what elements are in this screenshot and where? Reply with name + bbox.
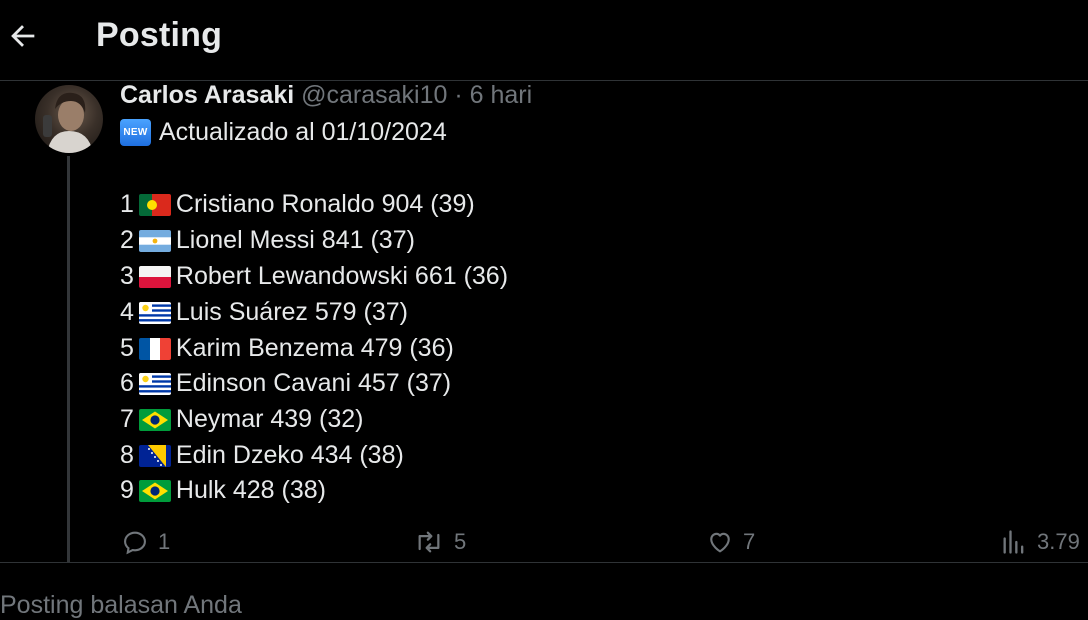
repost-count: 5: [454, 529, 467, 554]
brazil-flag-icon: [138, 479, 171, 502]
ranking-entry: Cristiano Ronaldo 904 (39): [175, 190, 475, 218]
bosnia-flag-icon: [138, 444, 171, 467]
argentina-flag-icon: [138, 229, 171, 252]
rank-number: 8: [120, 441, 134, 469]
rank-number: 9: [120, 476, 134, 504]
repost-button[interactable]: 5: [413, 520, 466, 564]
back-arrow-icon[interactable]: [6, 19, 40, 53]
rank-number: 2: [120, 226, 134, 254]
ranking-entry: Lionel Messi 841 (37): [175, 226, 415, 254]
author-name[interactable]: Carlos Arasaki: [120, 81, 294, 109]
rank-number: 6: [120, 369, 134, 397]
ranking-row: 5 Karim Benzema 479 (36): [120, 334, 454, 363]
tweet-meta: Carlos Arasaki @carasaki10 · 6 hari: [120, 81, 532, 110]
ranking-entry: Robert Lewandowski 661 (36): [175, 262, 509, 290]
page-title: Posting: [96, 16, 223, 54]
tweet-actions: 1 5 7 3.79: [0, 520, 1088, 564]
rank-number: 4: [120, 298, 134, 326]
avatar[interactable]: [35, 85, 103, 153]
rank-number: 1: [120, 190, 134, 218]
like-button[interactable]: 7: [706, 520, 755, 564]
ranking-entry: Edin Dzeko 434 (38): [175, 441, 404, 469]
ranking-row: 9 Hulk 428 (38): [120, 476, 326, 505]
ranking-entry: Neymar 439 (32): [175, 405, 364, 433]
ranking-entry: Hulk 428 (38): [175, 476, 326, 504]
ranking-row: 7 Neymar 439 (32): [120, 405, 363, 434]
tweet-headline-line: NEW Actualizado al 01/10/2024: [120, 118, 447, 147]
like-count: 7: [743, 529, 756, 554]
ranking-row: 4 Luis Suárez 579 (37): [120, 298, 408, 327]
analytics-icon: [1003, 530, 1024, 554]
thread-line: [67, 156, 70, 562]
reply-input[interactable]: Posting balasan Anda: [0, 591, 242, 620]
reply-count: 1: [158, 529, 171, 554]
top-bar: Posting: [0, 0, 1088, 80]
ranking-row: 3 Robert Lewandowski 661 (36): [120, 262, 508, 291]
rank-number: 5: [120, 334, 134, 362]
ranking-row: 2 Lionel Messi 841 (37): [120, 226, 415, 255]
ranking-entry: Luis Suárez 579 (37): [175, 298, 408, 326]
author-handle[interactable]: @carasaki10: [301, 81, 447, 109]
rank-number: 7: [120, 405, 134, 433]
uruguay-flag-icon: [138, 372, 171, 395]
views-button[interactable]: 3.79: [1000, 520, 1080, 564]
new-badge-icon: NEW: [120, 119, 151, 146]
ranking-entry: Edinson Cavani 457 (37): [175, 369, 452, 397]
ranking-row: 1 Cristiano Ronaldo 904 (39): [120, 190, 475, 219]
repost-icon: [418, 531, 440, 553]
actions-divider: [0, 562, 1088, 563]
meta-separator: ·: [454, 81, 463, 109]
ranking-row: 8 Edin Dzeko 434 (38): [120, 441, 404, 470]
brazil-flag-icon: [138, 408, 171, 431]
ranking-entry: Karim Benzema 479 (36): [175, 334, 454, 362]
heart-icon: [710, 532, 730, 553]
france-flag-icon: [138, 337, 171, 360]
tweet-headline: Actualizado al 01/10/2024: [159, 118, 447, 146]
tweet-time[interactable]: 6 hari: [470, 81, 533, 109]
reply-button[interactable]: 1: [121, 520, 170, 564]
reply-icon: [124, 531, 146, 555]
poland-flag-icon: [138, 265, 171, 288]
views-count: 3.79: [1037, 529, 1080, 554]
uruguay-flag-icon: [138, 301, 171, 324]
ranking-row: 6 Edinson Cavani 457 (37): [120, 369, 451, 398]
portugal-flag-icon: [138, 193, 171, 216]
rank-number: 3: [120, 262, 134, 290]
